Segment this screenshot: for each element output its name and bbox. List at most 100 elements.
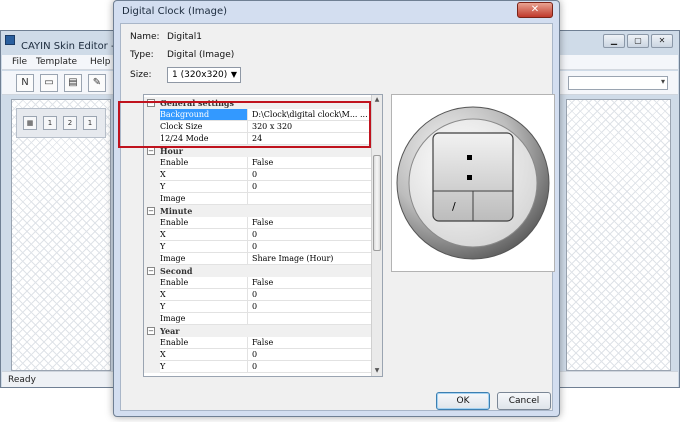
property-second-image[interactable]: Image: [144, 313, 372, 325]
layout-icon[interactable]: ▦: [23, 116, 37, 130]
property-name: Y: [160, 181, 247, 193]
property-name: X: [160, 169, 247, 181]
type-label: Type:: [130, 50, 154, 60]
property-value[interactable]: 0: [247, 181, 372, 193]
scroll-up-icon[interactable]: ▲: [373, 96, 381, 104]
property-second-enable[interactable]: Enable False: [144, 277, 372, 289]
property-name: Enable: [160, 217, 247, 229]
property-hour-x[interactable]: X 0: [144, 169, 372, 181]
property-hour-y[interactable]: Y 0: [144, 181, 372, 193]
digital-clock-dialog: Digital Clock (Image) ✕ Name: Digital1 T…: [113, 0, 560, 417]
layer-1-icon[interactable]: 1: [43, 116, 57, 130]
collapse-icon[interactable]: −: [147, 327, 155, 335]
main-window-title: CAYIN Skin Editor - 未: [21, 41, 128, 52]
dialog-titlebar[interactable]: Digital Clock (Image) ✕: [114, 1, 559, 23]
property-second-y[interactable]: Y 0: [144, 301, 372, 313]
property-value[interactable]: Share Image (Hour): [247, 253, 372, 265]
window-controls: ▁ ▢ ✕: [603, 34, 673, 48]
collapse-icon[interactable]: −: [147, 207, 155, 215]
cancel-button[interactable]: Cancel: [497, 392, 551, 410]
property-name: Image: [160, 313, 247, 325]
property-hour-image[interactable]: Image: [144, 193, 372, 205]
property-value[interactable]: 0: [247, 361, 372, 373]
clock-preview: /: [391, 94, 555, 272]
property-value[interactable]: False: [247, 337, 372, 349]
property-name: Enable: [160, 157, 247, 169]
property-minute-image[interactable]: Image Share Image (Hour): [144, 253, 372, 265]
property-value[interactable]: False: [247, 157, 372, 169]
row-gutter: [144, 253, 160, 265]
property-name: Y: [160, 241, 247, 253]
menu-template[interactable]: Template: [36, 57, 77, 67]
type-value: Digital (Image): [167, 50, 235, 60]
collapse-icon[interactable]: −: [147, 267, 155, 275]
property-value[interactable]: 0: [247, 229, 372, 241]
property-minute-enable[interactable]: Enable False: [144, 217, 372, 229]
row-gutter: [144, 337, 160, 349]
name-value: Digital1: [167, 32, 202, 42]
dialog-close-button[interactable]: ✕: [517, 2, 553, 18]
clock-colon-top: [467, 155, 472, 160]
property-value[interactable]: 0: [247, 289, 372, 301]
property-hour-enable[interactable]: Enable False: [144, 157, 372, 169]
chevron-down-icon: ▼: [230, 70, 237, 79]
row-gutter: [144, 241, 160, 253]
category-year[interactable]: − Year: [144, 325, 372, 337]
menu-file[interactable]: File: [12, 57, 27, 67]
category-minute[interactable]: − Minute: [144, 205, 372, 217]
property-value[interactable]: 0: [247, 241, 372, 253]
property-name: X: [160, 349, 247, 361]
layer-3-icon[interactable]: 1: [83, 116, 97, 130]
layer-2-icon[interactable]: 2: [63, 116, 77, 130]
property-year-y[interactable]: Y 0: [144, 361, 372, 373]
category-title: Minute: [160, 206, 193, 216]
category-second[interactable]: − Second: [144, 265, 372, 277]
property-minute-x[interactable]: X 0: [144, 229, 372, 241]
category-title: Year: [160, 326, 180, 336]
property-value[interactable]: 0: [247, 169, 372, 181]
toolbar-dropdown[interactable]: ▾: [568, 76, 668, 90]
right-workspace-panel: [566, 99, 671, 371]
status-text: Ready: [8, 375, 36, 385]
clock-preview-image: /: [396, 106, 550, 260]
property-name: Image: [160, 253, 247, 265]
scrollbar-thumb[interactable]: [373, 155, 381, 251]
size-dropdown[interactable]: 1 (320x320) ▼: [167, 67, 241, 83]
property-second-x[interactable]: X 0: [144, 289, 372, 301]
clock-colon-bottom: [467, 175, 472, 180]
pencil-icon[interactable]: ✎: [88, 74, 106, 92]
property-value[interactable]: [247, 193, 372, 205]
property-value[interactable]: False: [247, 277, 372, 289]
open-folder-icon[interactable]: ▭: [40, 74, 58, 92]
size-dropdown-value: 1 (320x320): [172, 70, 228, 80]
row-gutter: [144, 313, 160, 325]
save-icon[interactable]: ▤: [64, 74, 82, 92]
new-file-icon[interactable]: N: [16, 74, 34, 92]
row-gutter: [144, 217, 160, 229]
property-year-enable[interactable]: Enable False: [144, 337, 372, 349]
menu-help[interactable]: Help: [90, 57, 111, 67]
property-year-x[interactable]: X 0: [144, 349, 372, 361]
row-gutter: [144, 289, 160, 301]
property-grid-scrollbar[interactable]: ▲ ▼: [371, 95, 382, 376]
property-minute-y[interactable]: Y 0: [144, 241, 372, 253]
row-gutter: [144, 181, 160, 193]
scroll-down-icon[interactable]: ▼: [373, 367, 381, 375]
property-value[interactable]: 0: [247, 301, 372, 313]
ok-button[interactable]: OK: [436, 392, 490, 410]
row-gutter: [144, 157, 160, 169]
property-value[interactable]: False: [247, 217, 372, 229]
row-gutter: [144, 277, 160, 289]
maximize-icon[interactable]: ▢: [627, 34, 649, 48]
property-value[interactable]: 0: [247, 349, 372, 361]
minimize-icon[interactable]: ▁: [603, 34, 625, 48]
property-name: X: [160, 289, 247, 301]
close-icon[interactable]: ✕: [651, 34, 673, 48]
close-icon: ✕: [530, 4, 540, 15]
property-value[interactable]: [247, 313, 372, 325]
dialog-client-area: Name: Digital1 Type: Digital (Image) Siz…: [120, 23, 555, 411]
annotation-highlight-box: [118, 101, 371, 148]
collapse-icon[interactable]: −: [147, 147, 155, 155]
row-gutter: [144, 349, 160, 361]
name-label: Name:: [130, 32, 160, 42]
